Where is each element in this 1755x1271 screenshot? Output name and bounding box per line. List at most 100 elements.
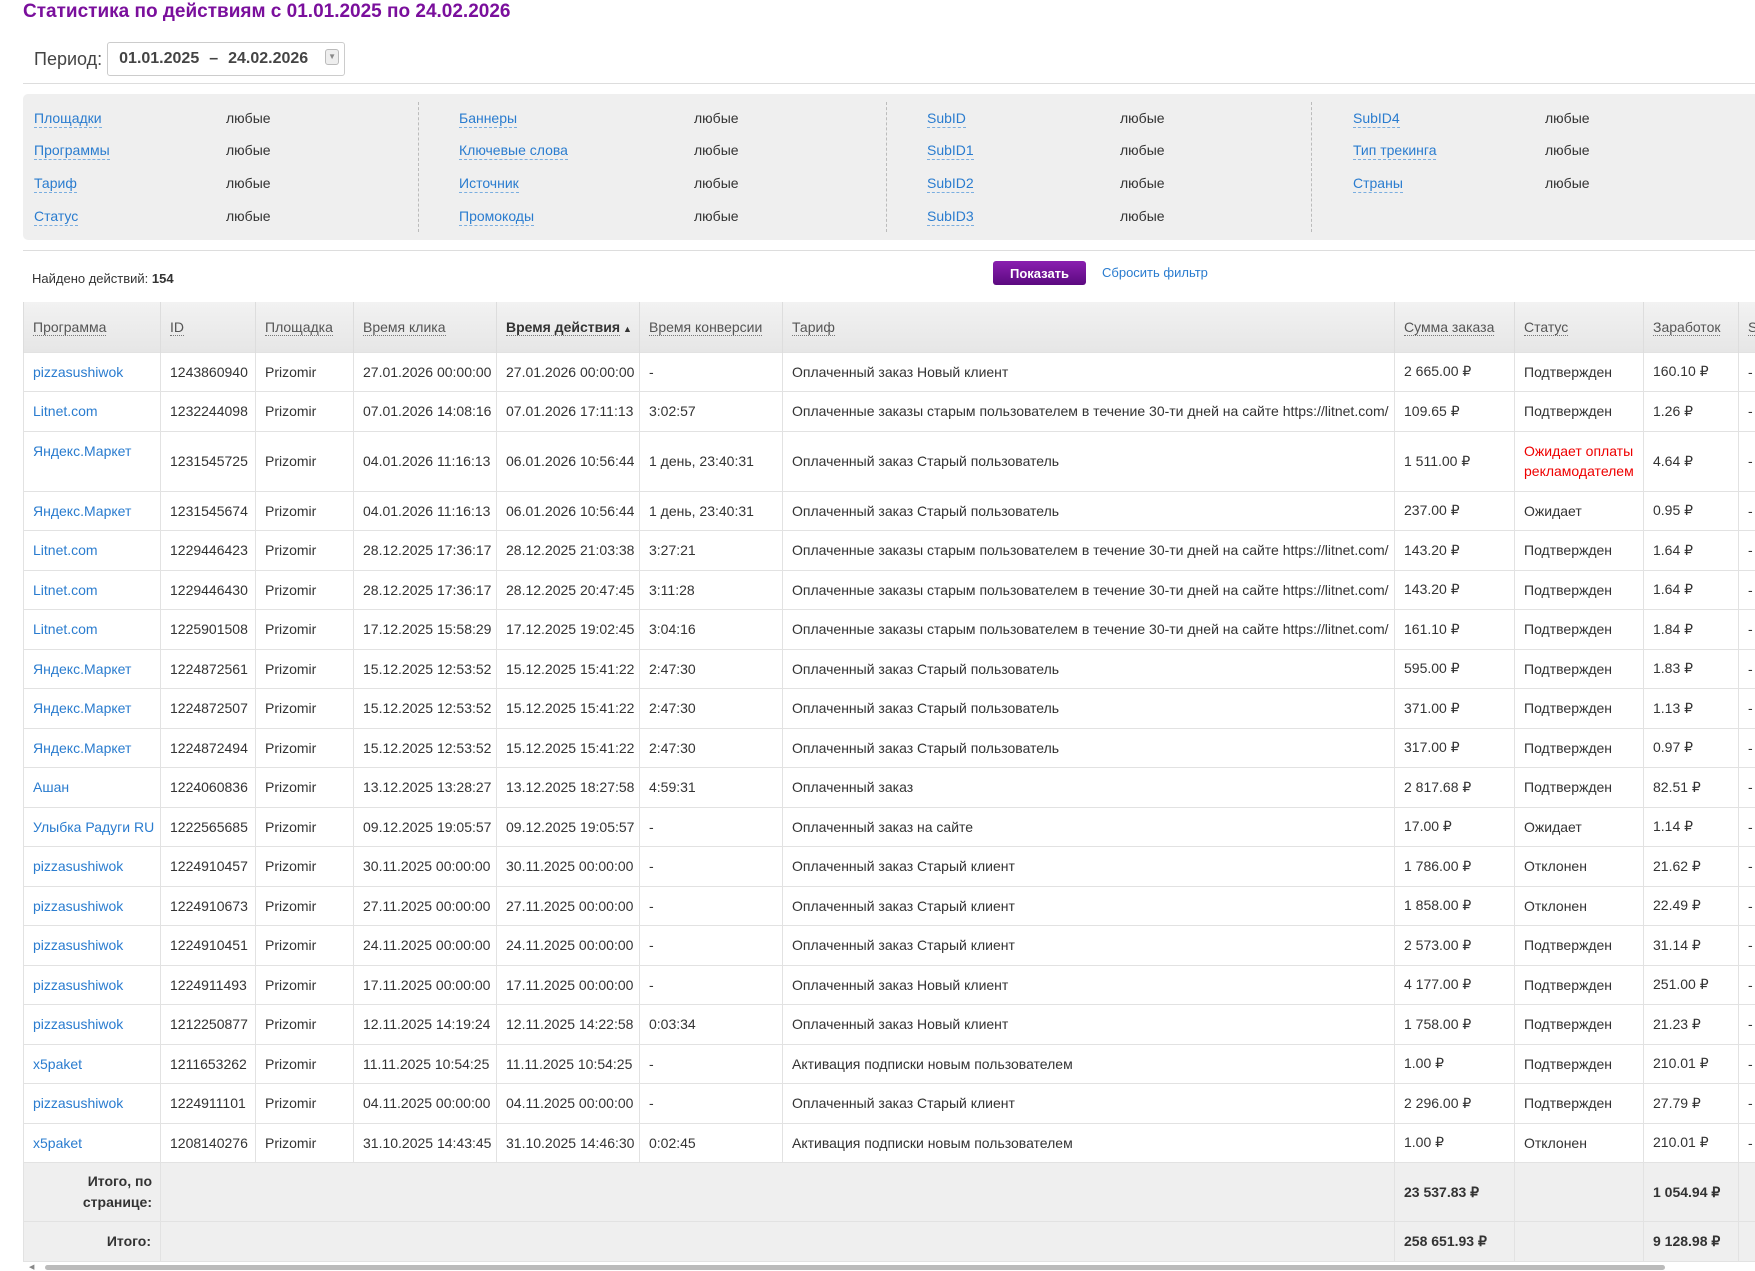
filter-2-3-link[interactable]: SubID3 <box>927 208 974 226</box>
cell-2: Prizomir <box>256 886 354 926</box>
column-header[interactable]: Площадка <box>256 302 354 352</box>
filter-0-2-link[interactable]: Тариф <box>34 175 77 193</box>
program-link[interactable]: Яндекс.Маркет <box>33 503 131 519</box>
program-link[interactable]: pizzasushiwok <box>33 858 123 874</box>
cell-value: Prizomir <box>265 503 316 519</box>
column-header[interactable]: Время клика <box>354 302 497 352</box>
cell-10: - <box>1739 1005 1755 1045</box>
program-link[interactable]: pizzasushiwok <box>33 364 123 380</box>
cell-value: 2 665.00 ₽ <box>1404 363 1471 379</box>
cell-9: 82.51 ₽ <box>1644 768 1739 808</box>
filter-2-1-link[interactable]: SubID1 <box>927 142 974 160</box>
column-header[interactable]: Время действия▲ <box>497 302 640 352</box>
cell-1: 1224872561 <box>161 649 256 689</box>
period-date-range-picker[interactable]: 01.01.2025 – 24.02.2026 ▼ <box>107 42 345 76</box>
reset-filter-link[interactable]: Сбросить фильтр <box>1102 265 1208 280</box>
cell-value: 1231545674 <box>170 503 248 519</box>
totals-row: Итого:258 651.93 ₽9 128.98 ₽ <box>24 1222 1755 1262</box>
filter-0-0-link[interactable]: Площадки <box>34 110 102 128</box>
cell-7: 1.00 ₽ <box>1395 1044 1515 1084</box>
program-link[interactable]: pizzasushiwok <box>33 977 123 993</box>
cell-value: - <box>649 819 654 835</box>
cell-value: 1.14 ₽ <box>1653 818 1693 834</box>
program-link[interactable]: Litnet.com <box>33 403 98 419</box>
filter-3-0-link[interactable]: SubID4 <box>1353 110 1400 128</box>
cell-3: 28.12.2025 17:36:17 <box>354 570 497 610</box>
show-button[interactable]: Показать <box>993 261 1086 285</box>
cell-5: 3:27:21 <box>640 531 783 571</box>
program-link[interactable]: Ашан <box>33 779 69 795</box>
cell-value: Оплаченный заказ Старый клиент <box>792 858 1015 874</box>
totals-spacer <box>161 1163 1395 1222</box>
column-header[interactable]: Сумма заказа <box>1395 302 1515 352</box>
cell-5: 0:03:34 <box>640 1005 783 1045</box>
table-row: x5paket1211653262Prizomir11.11.2025 10:5… <box>24 1044 1755 1084</box>
filter-1-1-link[interactable]: Ключевые слова <box>459 142 568 160</box>
cell-7: 2 573.00 ₽ <box>1395 926 1515 966</box>
column-header[interactable]: S <box>1739 302 1755 352</box>
cell-value: Подтвержден <box>1524 700 1612 716</box>
filter-2-2-link[interactable]: SubID2 <box>927 175 974 193</box>
program-link[interactable]: x5paket <box>33 1135 82 1151</box>
cell-8: Ожидает <box>1515 807 1644 847</box>
cell-1: 1229446423 <box>161 531 256 571</box>
cell-value: - <box>1748 542 1753 558</box>
cell-10: - <box>1739 491 1755 531</box>
cell-2: Prizomir <box>256 491 354 531</box>
program-link[interactable]: pizzasushiwok <box>33 937 123 953</box>
program-link[interactable]: pizzasushiwok <box>33 898 123 914</box>
cell-9: 31.14 ₽ <box>1644 926 1739 966</box>
column-header[interactable]: Тариф <box>783 302 1395 352</box>
horizontal-scrollbar[interactable]: ◀ <box>23 1265 1755 1270</box>
program-link[interactable]: Litnet.com <box>33 582 98 598</box>
cell-value: 1224911493 <box>170 977 247 993</box>
cell-9: 1.13 ₽ <box>1644 689 1739 729</box>
column-header[interactable]: Программа <box>24 302 161 352</box>
cell-3: 15.12.2025 12:53:52 <box>354 728 497 768</box>
program-link[interactable]: pizzasushiwok <box>33 1095 123 1111</box>
program-link[interactable]: pizzasushiwok <box>33 1016 123 1032</box>
cell-7: 1 758.00 ₽ <box>1395 1005 1515 1045</box>
column-header[interactable]: ID <box>161 302 256 352</box>
column-header[interactable]: Время конверсии <box>640 302 783 352</box>
filter-1-0-link[interactable]: Баннеры <box>459 110 517 128</box>
program-link[interactable]: Litnet.com <box>33 542 98 558</box>
filter-3-2-link[interactable]: Страны <box>1353 175 1403 193</box>
cell-1: 1224872494 <box>161 728 256 768</box>
program-link[interactable]: Яндекс.Маркет <box>33 661 131 677</box>
cell-value: Подтвержден <box>1524 937 1612 953</box>
scrollbar-thumb[interactable] <box>45 1265 1665 1270</box>
program-link[interactable]: Litnet.com <box>33 621 98 637</box>
cell-value: Оплаченные заказы старым пользователем в… <box>792 621 1389 637</box>
cell-value: 371.00 ₽ <box>1404 700 1460 716</box>
program-link[interactable]: Яндекс.Маркет <box>33 443 131 459</box>
cell-0: x5paket <box>24 1044 161 1084</box>
cell-9: 1.64 ₽ <box>1644 531 1739 571</box>
program-link[interactable]: Яндекс.Маркет <box>33 740 131 756</box>
cell-4: 13.12.2025 18:27:58 <box>497 768 640 808</box>
cell-value: 1.00 ₽ <box>1404 1134 1444 1150</box>
program-link[interactable]: Улыбка Радуги RU <box>33 819 154 835</box>
filter-1-3-link[interactable]: Промокоды <box>459 208 534 226</box>
filter-0-3-link[interactable]: Статус <box>34 208 78 226</box>
filter-0-1-link[interactable]: Программы <box>34 142 110 160</box>
column-header[interactable]: Заработок <box>1644 302 1739 352</box>
chevron-down-icon[interactable]: ▼ <box>325 49 339 65</box>
program-link[interactable]: Яндекс.Маркет <box>33 700 131 716</box>
table-row: Яндекс.Маркет1224872494Prizomir15.12.202… <box>24 728 1755 768</box>
cell-10: - <box>1739 649 1755 689</box>
cell-value: 2 817.68 ₽ <box>1404 779 1471 795</box>
cell-8: Подтвержден <box>1515 728 1644 768</box>
program-link[interactable]: x5paket <box>33 1056 82 1072</box>
cell-4: 12.11.2025 14:22:58 <box>497 1005 640 1045</box>
filter-2-0-link[interactable]: SubID <box>927 110 966 128</box>
cell-9: 0.97 ₽ <box>1644 728 1739 768</box>
totals-earnings: 1 054.94 ₽ <box>1644 1163 1739 1222</box>
column-header[interactable]: Статус <box>1515 302 1644 352</box>
filter-1-2-link[interactable]: Источник <box>459 175 519 193</box>
cell-4: 17.11.2025 00:00:00 <box>497 965 640 1005</box>
cell-value: Оплаченный заказ Новый клиент <box>792 977 1008 993</box>
filter-3-1-link[interactable]: Тип трекинга <box>1353 142 1436 160</box>
cell-8: Отклонен <box>1515 1123 1644 1163</box>
cell-7: 595.00 ₽ <box>1395 649 1515 689</box>
